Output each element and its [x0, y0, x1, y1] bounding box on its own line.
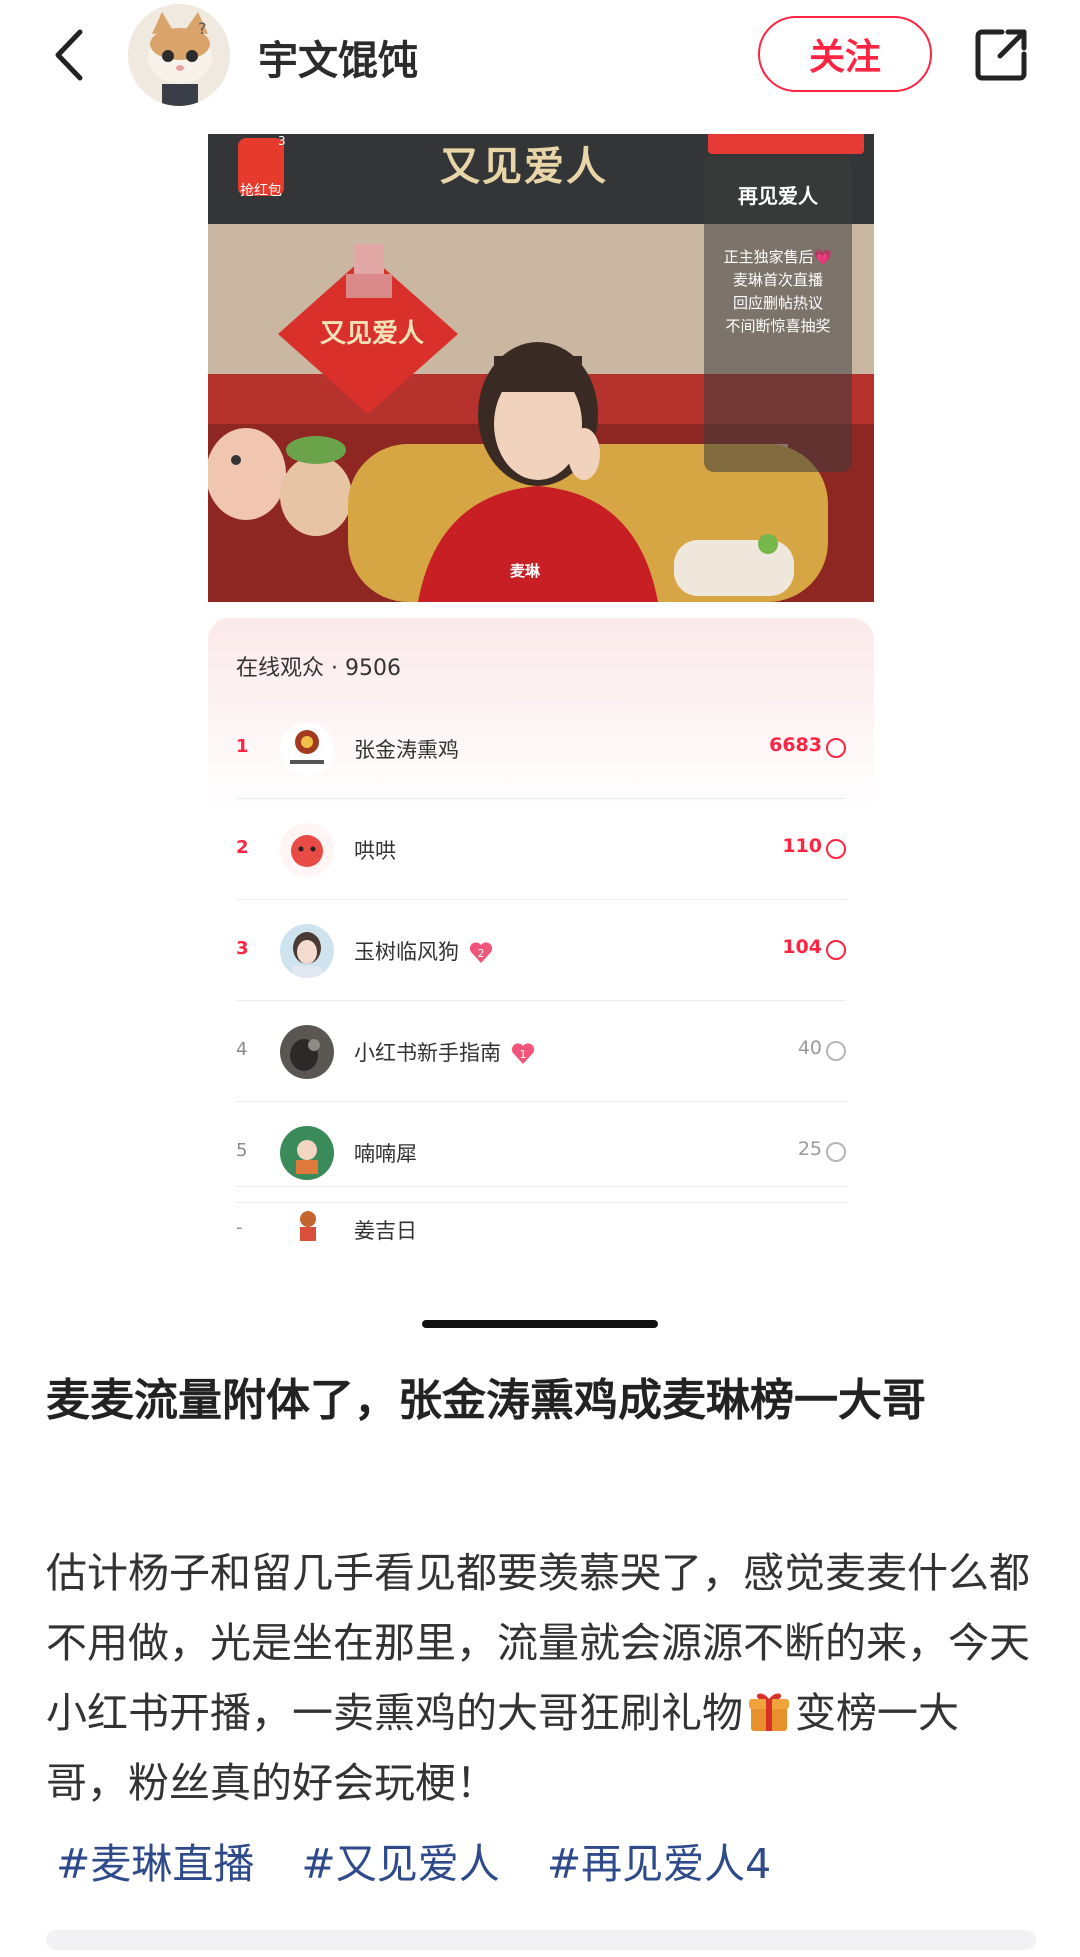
share-icon: [975, 29, 1027, 81]
small-character-icon: [286, 1203, 330, 1247]
hashtag-link[interactable]: #再见爱人4: [547, 1840, 771, 1888]
contribution-score: 6683: [769, 734, 822, 756]
user-name: 玉树临风狗 2: [354, 936, 493, 966]
host-name-label: 麦琳: [510, 562, 541, 580]
fan-level-number: 2: [478, 947, 485, 960]
side-card-line: 回应删帖热议: [732, 294, 823, 312]
side-card-line: 正主独家售后💗: [723, 248, 833, 266]
user-avatar[interactable]: [280, 924, 334, 978]
fan-level-badge-icon: 1: [511, 1043, 535, 1064]
side-card-title: 再见爱人: [738, 184, 818, 208]
user-name: 张金涛熏鸡: [354, 738, 459, 762]
hashtag-link[interactable]: #麦琳直播: [56, 1840, 254, 1888]
girl-avatar-icon: [280, 924, 334, 978]
user-avatar[interactable]: [280, 722, 334, 776]
post-title: 麦麦流量附体了，张金涛熏鸡成麦琳榜一大哥: [46, 1375, 926, 1426]
cartoon-avatar-icon: [280, 1126, 334, 1180]
ranking-row[interactable]: 1 张金涛熏鸡 6683: [236, 698, 846, 799]
cat-avatar-icon: ?: [128, 4, 230, 106]
user-name-text: 小红书新手指南: [354, 1041, 501, 1065]
heart-coin-icon: [826, 1142, 846, 1162]
author-name[interactable]: 宇文馄饨: [258, 28, 418, 86]
ranking-row[interactable]: 2 哄哄 110: [236, 799, 846, 900]
rank-number: 5: [236, 1140, 248, 1161]
fan-level-number: 1: [520, 1048, 527, 1061]
red-envelope-label: 抢红包: [240, 183, 282, 199]
dark-avatar-icon: [280, 1025, 334, 1079]
brand-logo-icon: [280, 722, 334, 776]
user-name: 小红书新手指南 1: [354, 1037, 535, 1067]
user-name-text: 玉树临风狗: [354, 940, 459, 964]
rank-number: 3: [236, 938, 249, 959]
rank-number: -: [236, 1217, 243, 1238]
red-envelope-count: 3: [278, 134, 286, 148]
side-card-line: 不间断惊喜抽奖: [725, 317, 831, 335]
follow-button[interactable]: 关注: [758, 16, 932, 92]
user-avatar[interactable]: [280, 823, 334, 877]
user-avatar[interactable]: [280, 1126, 334, 1180]
contribution-score: 25: [797, 1138, 822, 1160]
ranking-row[interactable]: 3 玉树临风狗 2 104: [236, 900, 846, 1001]
hashtag-link[interactable]: #又见爱人: [301, 1840, 499, 1888]
user-name: 姜吉日: [354, 1219, 417, 1243]
top-banner: [708, 134, 864, 154]
user-name: 喃喃犀: [354, 1142, 417, 1166]
user-avatar[interactable]: [280, 1025, 334, 1079]
bottom-divider: [46, 1930, 1036, 1950]
online-audience-count: 在线观众 · 9506: [236, 656, 401, 681]
side-card-lines: 正主独家售后💗 麦琳首次直播 回应删帖热议 不间断惊喜抽奖: [704, 246, 852, 338]
side-info-card[interactable]: 再见爱人 正主独家售后💗 麦琳首次直播 回应删帖热议 不间断惊喜抽奖: [704, 156, 852, 472]
post-image[interactable]: 又见爱人 3 抢红包 又见爱人 再见爱人 正主独家售后💗 麦琳首次直播 回应删帖…: [208, 134, 874, 1264]
rank-number: 1: [236, 736, 249, 757]
post-body: 估计杨子和留几手看见都要羡慕哭了，感觉麦麦什么都不用做，光是坐在那里，流量就会源…: [46, 1538, 1036, 1818]
heart-coin-icon: [826, 839, 846, 859]
contribution-score: 40: [797, 1037, 822, 1059]
rank-number: 4: [236, 1039, 248, 1060]
ranking-row[interactable]: 4 小红书新手指南 1 40: [236, 1001, 846, 1102]
hashtag-list: #麦琳直播 #又见爱人 #再见爱人4: [56, 1830, 805, 1890]
contribution-score: 110: [782, 835, 822, 857]
chevron-left-icon: [55, 29, 83, 81]
audience-panel: 在线观众 · 9506 1 张金涛熏鸡 6683 2 哄哄 110 3 玉树临风…: [208, 618, 874, 1264]
svg-text:又见爱人: 又见爱人: [320, 319, 424, 349]
heart-coin-icon: [826, 738, 846, 758]
post-header: ? 宇文馄饨 关注: [0, 0, 1080, 110]
gift-emoji-icon: [749, 1693, 789, 1731]
user-avatar[interactable]: [286, 1203, 330, 1247]
back-button[interactable]: [44, 22, 94, 88]
my-ranking-row[interactable]: - 姜吉日: [236, 1186, 846, 1264]
heart-coin-icon: [826, 1041, 846, 1061]
user-name: 哄哄: [354, 839, 396, 863]
rank-number: 2: [236, 837, 249, 858]
fan-level-badge-icon: 2: [469, 942, 493, 963]
heart-coin-icon: [826, 940, 846, 960]
red-blob-avatar-icon: [280, 823, 334, 877]
author-avatar[interactable]: ?: [128, 4, 230, 106]
svg-text:?: ?: [198, 19, 207, 38]
side-card-line: 麦琳首次直播: [732, 271, 823, 289]
show-title-art: 又见爱人: [440, 143, 608, 190]
home-indicator: [422, 1320, 658, 1328]
contribution-score: 104: [782, 936, 822, 958]
share-button[interactable]: [972, 24, 1032, 84]
